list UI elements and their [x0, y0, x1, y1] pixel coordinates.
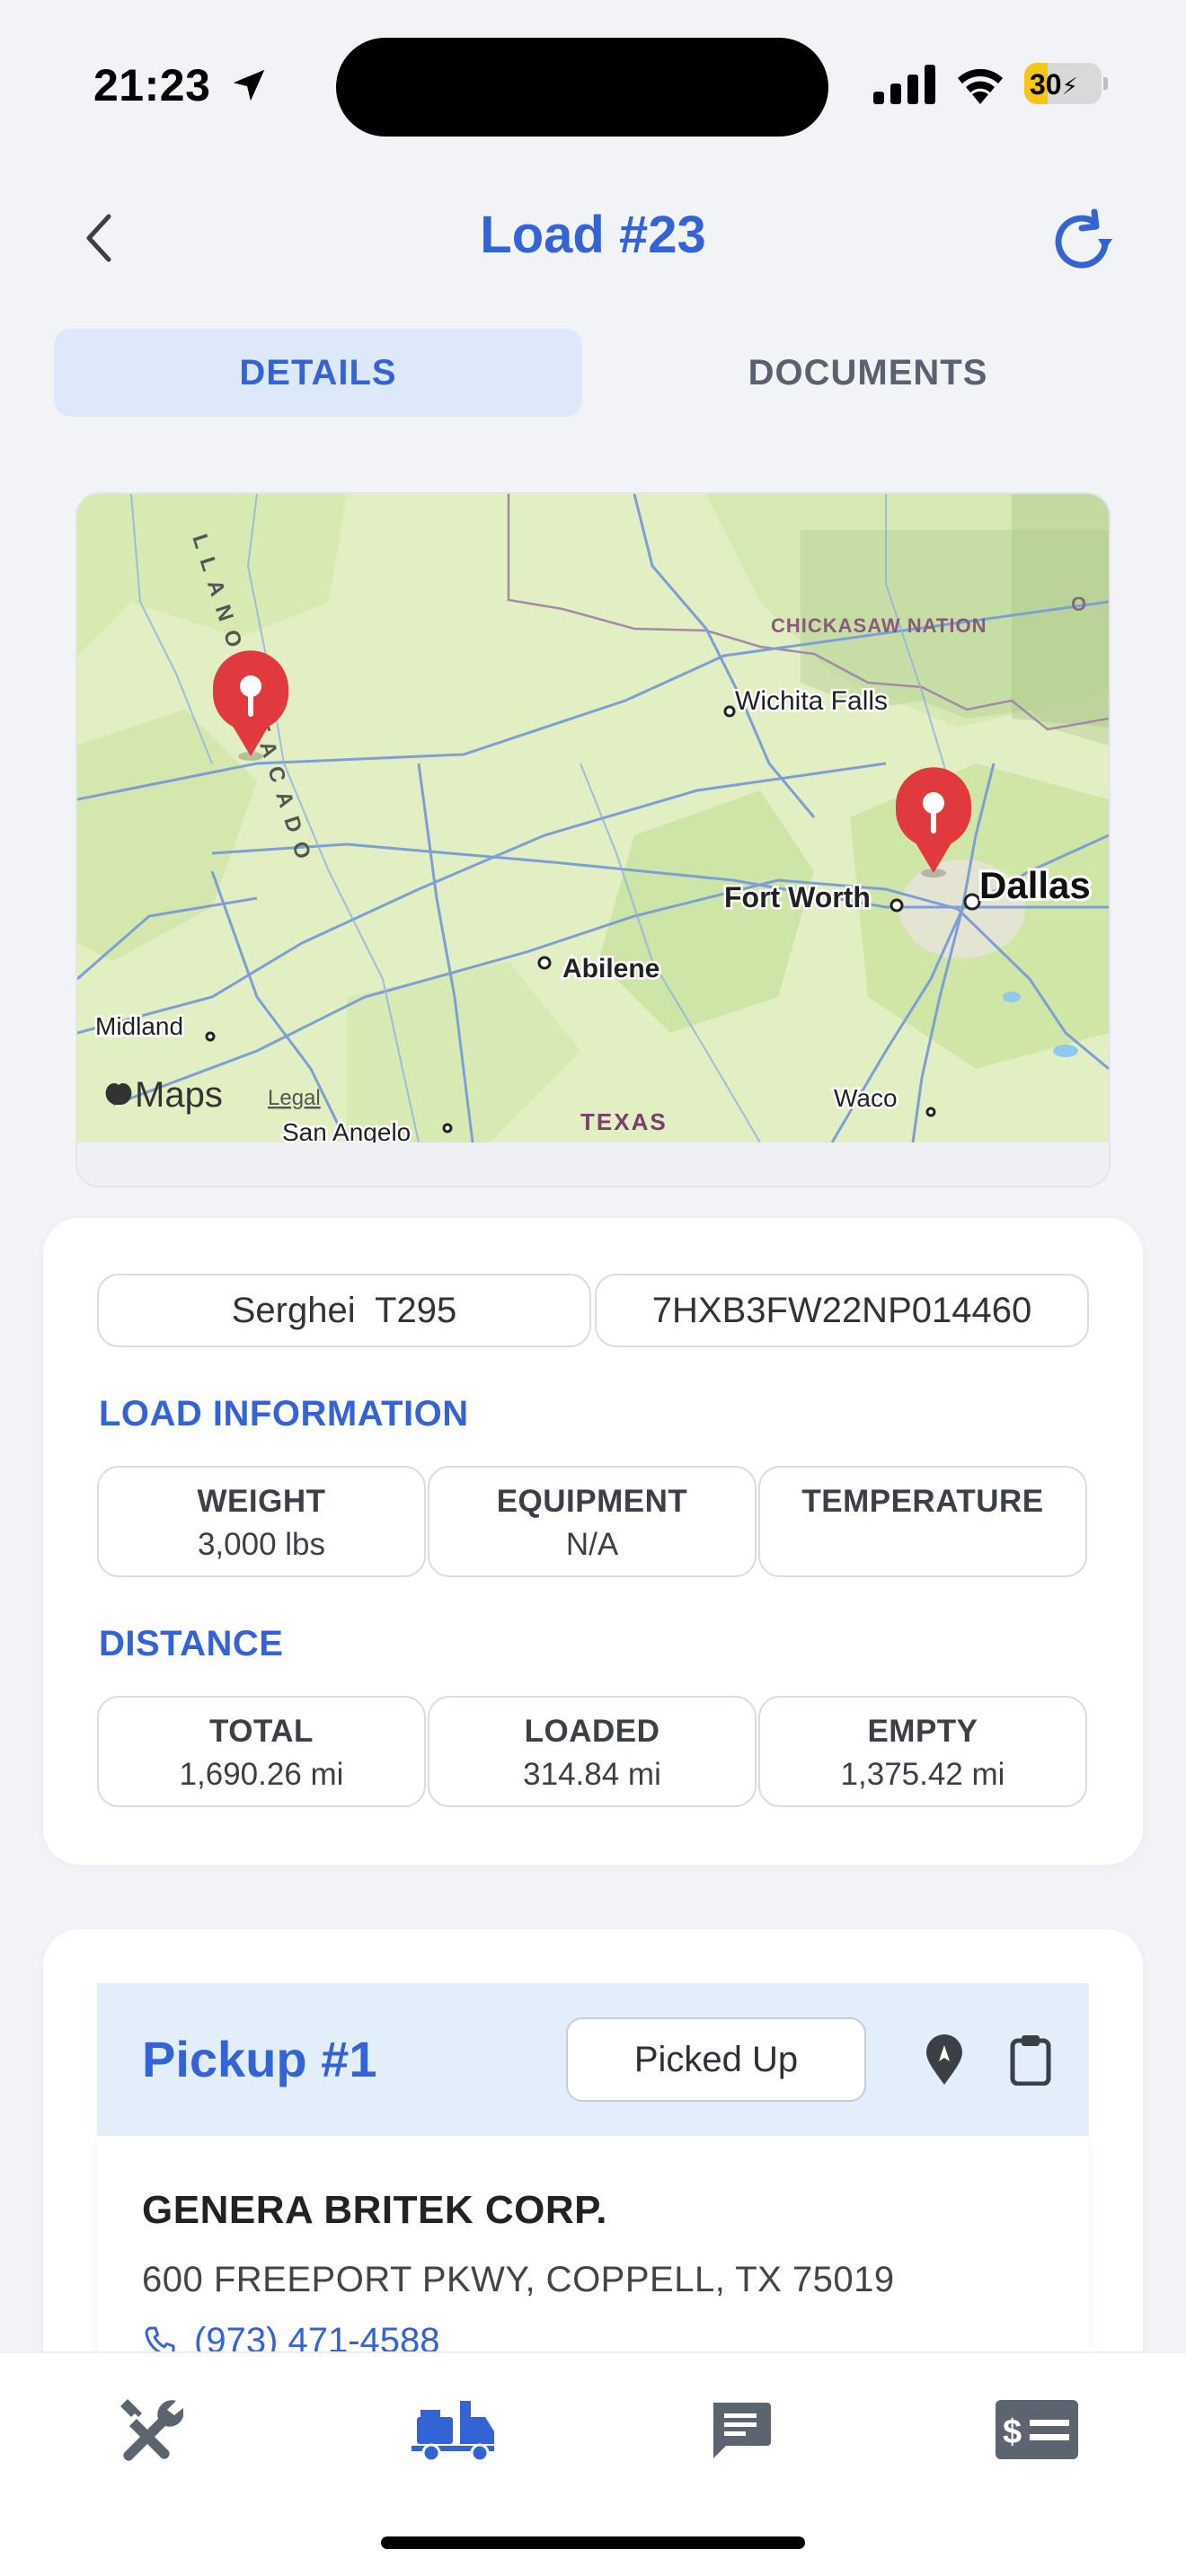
- battery-percent: 30: [1030, 68, 1062, 101]
- tab-details[interactable]: DETAILS: [54, 329, 582, 417]
- map-label-edge: O: [1071, 593, 1086, 615]
- loaded-label: LOADED: [524, 1714, 660, 1749]
- map-label-san-angelo: San Angelo: [282, 1118, 411, 1142]
- map-label-wichita-falls: Wichita Falls: [735, 686, 888, 716]
- weight-label: WEIGHT: [197, 1484, 326, 1519]
- equipment-stat: EQUIPMENT N/A: [428, 1466, 757, 1577]
- empty-distance-stat: EMPTY 1,375.42 mi: [758, 1696, 1087, 1807]
- loaded-value: 314.84 mi: [523, 1757, 661, 1792]
- battery-indicator: 30⚡: [1024, 63, 1108, 104]
- temperature-stat: TEMPERATURE: [758, 1466, 1087, 1577]
- pickup-title: Pickup #1: [142, 2031, 377, 2087]
- pickup-company: GENERA BRITEK CORP.: [142, 2188, 608, 2232]
- tools-icon: [120, 2399, 183, 2461]
- location-arrow-icon: [233, 69, 265, 101]
- chevron-left-icon: [86, 214, 111, 262]
- route-map[interactable]: CHICKASAW NATION O Wichita Falls Fort Wo…: [75, 492, 1111, 1187]
- chat-icon: [713, 2403, 771, 2458]
- home-indicator: [381, 2536, 805, 2549]
- pickup-header: Pickup #1 Picked Up: [97, 1983, 1089, 2136]
- navigate-button[interactable]: [913, 2028, 976, 2091]
- total-label: TOTAL: [209, 1714, 314, 1749]
- map-label-texas: TEXAS: [580, 1108, 668, 1135]
- equipment-value: N/A: [565, 1527, 619, 1562]
- map-legal-link[interactable]: Legal: [268, 1086, 321, 1110]
- temperature-label: TEMPERATURE: [801, 1484, 1044, 1519]
- weight-stat: WEIGHT 3,000 lbs: [97, 1466, 426, 1577]
- svg-text:$: $: [1003, 2413, 1022, 2451]
- tab-bar-billing[interactable]: $: [992, 2389, 1082, 2470]
- tab-bar-tools[interactable]: [102, 2389, 192, 2470]
- tab-bar-loads[interactable]: [399, 2389, 507, 2470]
- map-label-dallas: Dallas: [979, 864, 1091, 906]
- load-info-card: Serghei T295 7HXB3FW22NP014460 LOAD INFO…: [43, 1218, 1143, 1865]
- back-button[interactable]: [72, 207, 126, 269]
- map-label-abilene: Abilene: [562, 954, 659, 984]
- driver-truck-chip: Serghei T295: [97, 1274, 591, 1347]
- map-label-fort-worth: Fort Worth: [724, 881, 871, 913]
- clipboard-icon: [1010, 2035, 1051, 2086]
- wifi-icon: [958, 68, 1003, 104]
- maps-brand-label: Maps: [135, 1075, 223, 1115]
- cellular-signal-icon: [873, 65, 935, 104]
- map-label-waco: Waco: [834, 1084, 898, 1112]
- distance-heading: DISTANCE: [99, 1624, 284, 1663]
- refresh-button[interactable]: [1046, 205, 1121, 280]
- total-value: 1,690.26 mi: [179, 1757, 344, 1792]
- status-bar: 21:23 30⚡: [0, 0, 1186, 171]
- map-label-chickasaw: CHICKASAW NATION: [771, 614, 987, 637]
- charging-bolt-icon: ⚡: [1061, 73, 1078, 100]
- pickup-address[interactable]: 600 FREEPORT PKWY, COPPELL, TX 75019: [142, 2260, 895, 2300]
- empty-label: EMPTY: [867, 1714, 978, 1749]
- tab-bar-messages[interactable]: [695, 2389, 785, 2470]
- truck-load-icon: [412, 2401, 494, 2463]
- total-distance-stat: TOTAL 1,690.26 mi: [97, 1696, 426, 1807]
- location-pin-icon: [926, 2034, 962, 2085]
- equipment-label: EQUIPMENT: [496, 1484, 688, 1519]
- documents-button[interactable]: [999, 2028, 1062, 2091]
- weight-value: 3,000 lbs: [197, 1527, 326, 1562]
- refresh-icon: [1055, 208, 1112, 269]
- dynamic-island: [336, 38, 828, 137]
- map-canvas[interactable]: CHICKASAW NATION O Wichita Falls Fort Wo…: [77, 494, 1109, 1142]
- map-label-midland: Midland: [95, 1012, 183, 1040]
- page-title: Load #23: [480, 206, 706, 264]
- loaded-distance-stat: LOADED 314.84 mi: [428, 1696, 757, 1807]
- load-information-heading: LOAD INFORMATION: [99, 1394, 469, 1434]
- vin-chip: 7HXB3FW22NP014460: [595, 1274, 1089, 1347]
- tab-documents[interactable]: DOCUMENTS: [604, 329, 1132, 417]
- pickup-status-button[interactable]: Picked Up: [566, 2017, 866, 2102]
- empty-value: 1,375.42 mi: [840, 1757, 1005, 1792]
- status-time: 21:23: [93, 60, 211, 110]
- billing-icon: $: [996, 2400, 1078, 2459]
